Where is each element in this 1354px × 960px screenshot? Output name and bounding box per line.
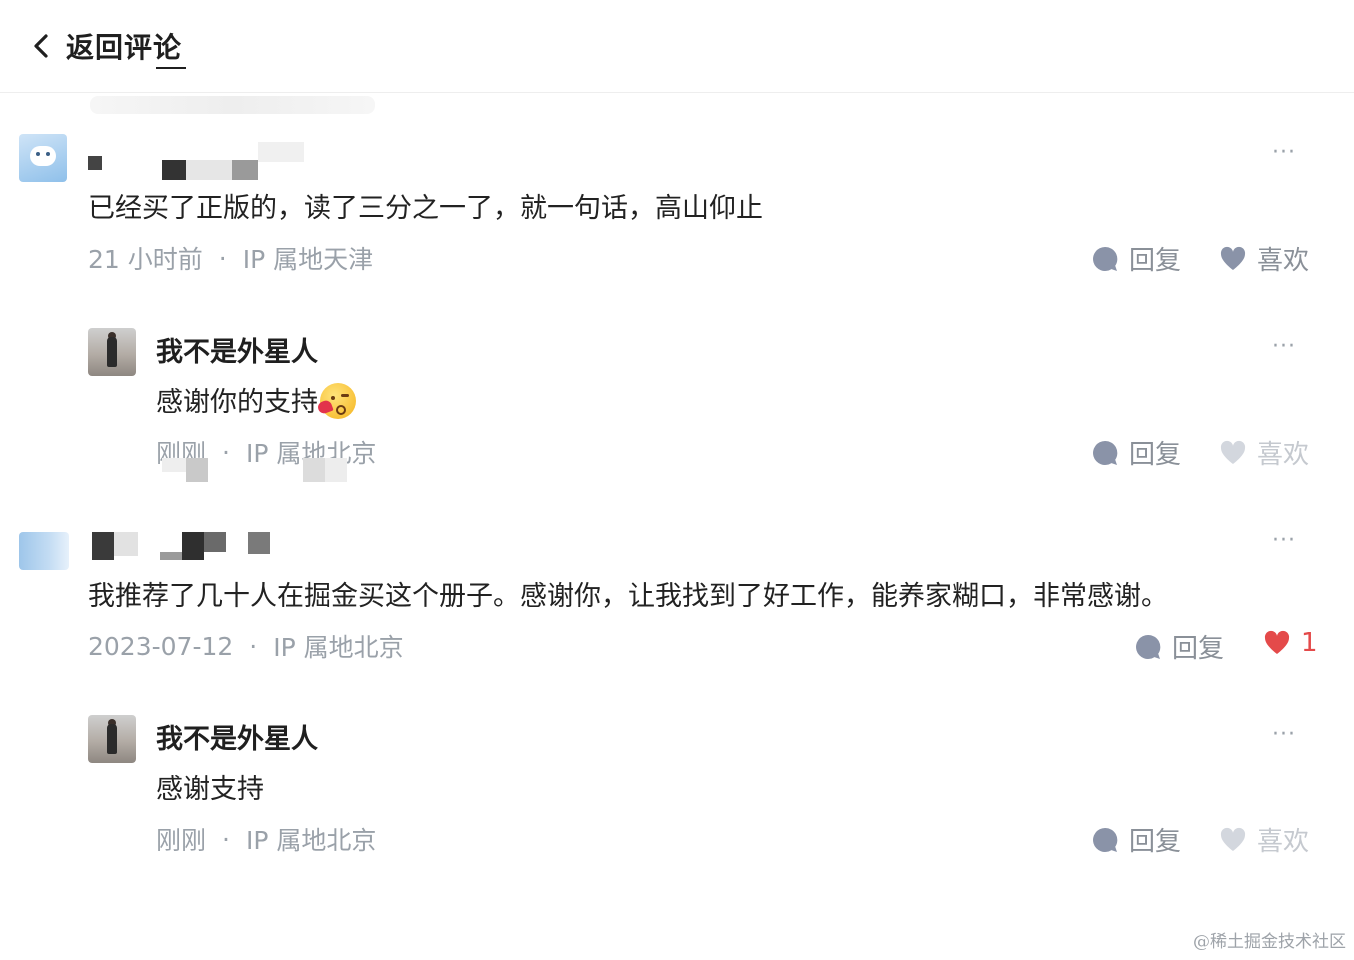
reply-label: 回复 xyxy=(1172,634,1225,664)
comment-bubble-icon xyxy=(1136,634,1161,659)
reply-text-row: 感谢你的支持 xyxy=(156,380,356,419)
reply-button[interactable]: 回复 xyxy=(1134,628,1224,665)
heart-icon xyxy=(1264,630,1290,654)
more-options-button[interactable]: ··· xyxy=(1272,140,1296,165)
reply-more-options-button[interactable]: ··· xyxy=(1272,722,1296,747)
like-button[interactable]: 1 xyxy=(1263,628,1318,658)
comment-text: 我推荐了几十人在掘金买这个册子。感谢你，让我找到了好工作，能养家糊口，非常感谢。 xyxy=(88,581,1168,612)
reply-label: 回复 xyxy=(1129,440,1182,470)
ip-location: IP 属地北京 xyxy=(273,633,404,662)
comment-bubble-icon xyxy=(1093,246,1118,271)
redacted-username xyxy=(88,142,304,180)
reply-more-options-button[interactable]: ··· xyxy=(1272,334,1296,359)
avatar[interactable] xyxy=(19,532,69,570)
timestamp: 2023-07-12 xyxy=(88,631,234,661)
reply-text: 感谢支持 xyxy=(156,774,264,805)
ip-location: IP 属地天津 xyxy=(242,245,374,274)
kiss-heart-emoji-icon xyxy=(316,383,356,419)
blurred-strip xyxy=(90,96,375,114)
separator: · xyxy=(218,243,227,273)
top-bar: 返回评论 xyxy=(0,0,1354,93)
reply-button[interactable]: 回复 xyxy=(1091,240,1181,277)
like-label: 喜欢 xyxy=(1257,246,1310,276)
comment-meta: 2023-07-12 · IP 属地北京 xyxy=(88,628,404,664)
more-options-button[interactable]: ··· xyxy=(1272,528,1296,553)
like-label: 喜欢 xyxy=(1257,827,1310,857)
heart-icon xyxy=(1220,440,1246,464)
comment-bubble-icon xyxy=(1093,827,1118,852)
like-button[interactable]: 喜欢 xyxy=(1219,240,1309,277)
like-label: 喜欢 xyxy=(1257,440,1310,470)
reply-reply-button[interactable]: 回复 xyxy=(1091,821,1181,858)
separator: · xyxy=(249,631,258,661)
back-label: 返回评论 xyxy=(66,31,183,64)
separator: · xyxy=(222,824,230,854)
comment-bubble-icon xyxy=(1093,440,1118,465)
reply-text: 感谢你的支持 xyxy=(156,387,318,418)
chevron-left-icon xyxy=(34,34,48,58)
reply-avatar[interactable] xyxy=(88,328,136,376)
reply-timestamp: 刚刚 xyxy=(156,826,207,855)
reply-avatar[interactable] xyxy=(88,715,136,763)
timestamp: 21 小时前 xyxy=(88,245,203,274)
title-underline xyxy=(156,67,186,69)
heart-icon xyxy=(1220,246,1246,270)
heart-icon xyxy=(1220,827,1246,851)
redaction-blur xyxy=(162,458,347,482)
reply-author-name[interactable]: 我不是外星人 xyxy=(156,330,318,369)
avatar[interactable] xyxy=(19,134,67,182)
back-to-comments-button[interactable]: 返回评论 xyxy=(30,22,182,70)
reply-like-button[interactable]: 喜欢 xyxy=(1219,434,1309,471)
comment-text: 已经买了正版的，读了三分之一了，就一句话，高山仰止 xyxy=(88,193,763,224)
reply-meta: 刚刚 · IP 属地北京 xyxy=(156,821,376,857)
reply-author-name[interactable]: 我不是外星人 xyxy=(156,717,318,756)
like-count: 1 xyxy=(1301,628,1318,658)
reply-label: 回复 xyxy=(1129,827,1182,857)
reply-like-button[interactable]: 喜欢 xyxy=(1219,821,1309,858)
watermark: @稀土掘金技术社区 xyxy=(1193,932,1346,952)
reply-ip-location: IP 属地北京 xyxy=(245,826,377,855)
reply-label: 回复 xyxy=(1129,246,1182,276)
comment-meta: 21 小时前 · IP 属地天津 xyxy=(88,240,373,276)
redacted-username xyxy=(92,532,270,560)
reply-reply-button[interactable]: 回复 xyxy=(1091,434,1181,471)
